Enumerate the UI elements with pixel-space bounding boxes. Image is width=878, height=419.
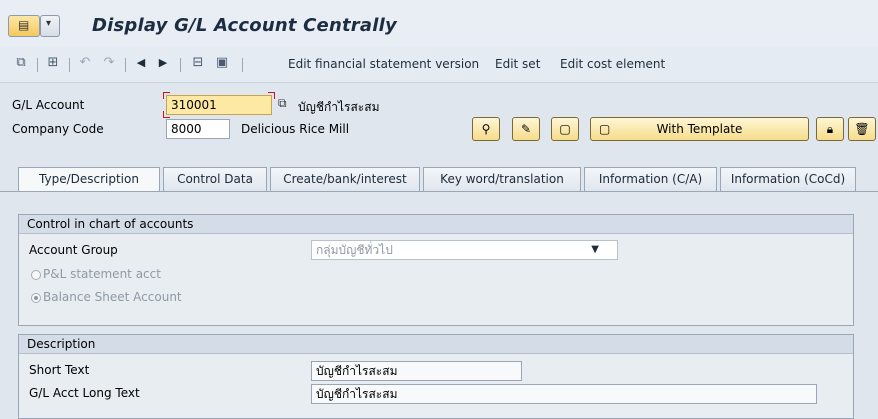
tab-type-description[interactable]: Type/Description: [18, 167, 160, 191]
create-icon: ▢: [599, 122, 611, 136]
hierarchy-icon[interactable]: ⊞: [45, 55, 61, 71]
gl-account-label: G/L Account: [12, 98, 85, 112]
toolbar-separator: [125, 58, 126, 72]
required-marker: [163, 92, 170, 99]
lock-icon: 🔒︎: [826, 122, 834, 136]
long-text-label: G/L Acct Long Text: [29, 386, 140, 400]
previous-icon[interactable]: ◀: [133, 55, 149, 71]
delete-button[interactable]: 🗑︎: [848, 117, 876, 141]
display-change-button[interactable]: ⚲: [472, 117, 500, 141]
more-menu-button[interactable]: ▾: [40, 15, 60, 37]
display-change-icon: ⚲: [481, 122, 491, 136]
create-icon: ▢: [559, 122, 571, 136]
where-used-icon[interactable]: ⊟: [190, 55, 206, 71]
control-in-chart-group: Control in chart of accounts Account Gro…: [18, 214, 854, 326]
balance-sheet-radio[interactable]: [31, 293, 41, 303]
tab-key-word-translation[interactable]: Key word/translation: [423, 167, 581, 191]
toolbar-separator: [242, 58, 243, 72]
pl-statement-radio[interactable]: [31, 270, 41, 280]
balance-sheet-label: Balance Sheet Account: [43, 290, 182, 304]
toolbar-separator: [37, 58, 38, 72]
account-group-value: กลุ่มบัญชีทั่วไป: [316, 243, 393, 257]
edit-financial-statement-version-link[interactable]: Edit financial statement version: [288, 57, 479, 71]
application-toolbar: ⧉ ⊞ ↶ ↷ ◀ ▶ ⊟ ▣ Edit financial statement…: [0, 46, 878, 83]
short-text-field[interactable]: บัญชีกำไรสะสม: [311, 361, 522, 381]
page-title: Display G/L Account Centrally: [92, 15, 397, 36]
forward-icon[interactable]: ↷: [101, 55, 117, 71]
group-header: Control in chart of accounts: [19, 215, 853, 234]
tab-control-data[interactable]: Control Data: [163, 167, 267, 191]
lock-button[interactable]: 🔒︎: [816, 117, 844, 141]
sap-menu-button[interactable]: ▤: [8, 15, 40, 37]
account-group-select[interactable]: กลุ่มบัญชีทั่วไป ▼: [311, 240, 618, 260]
with-template-label: With Template: [656, 122, 743, 136]
gl-account-field[interactable]: 310001: [166, 95, 272, 115]
tab-create-bank-interest[interactable]: Create/bank/interest: [270, 167, 420, 191]
group-title: Description: [27, 337, 96, 351]
tab-strip: Type/Description Control Data Create/ban…: [0, 167, 878, 191]
other-account-icon[interactable]: ⧉: [278, 96, 287, 111]
group-title: Control in chart of accounts: [27, 217, 194, 231]
edit-icon: ✎: [520, 122, 532, 136]
company-code-label: Company Code: [12, 122, 104, 136]
tab-information-ca[interactable]: Information (C/A): [584, 167, 717, 191]
company-code-field[interactable]: 8000: [166, 119, 230, 139]
description-group: Description Short Text บัญชีกำไรสะสม G/L…: [18, 334, 854, 419]
menu-icon: ▤: [18, 18, 30, 32]
other-account-icon[interactable]: ⧉: [13, 55, 29, 71]
group-header: Description: [19, 335, 853, 354]
edit-button[interactable]: ✎: [512, 117, 540, 141]
pl-statement-label: P&L statement acct: [43, 267, 161, 281]
toolbar-separator: [180, 58, 181, 72]
company-name: Delicious Rice Mill: [241, 122, 350, 136]
required-marker: [163, 111, 170, 118]
create-button[interactable]: ▢: [551, 117, 579, 141]
account-group-label: Account Group: [29, 243, 118, 257]
toolbar-separator: [69, 58, 70, 72]
tab-divider: [0, 191, 878, 192]
tab-information-cocd[interactable]: Information (CoCd): [720, 167, 856, 191]
edit-set-link[interactable]: Edit set: [495, 57, 540, 71]
back-icon[interactable]: ↶: [77, 55, 93, 71]
next-icon[interactable]: ▶: [155, 55, 171, 71]
chevron-down-icon[interactable]: ▼: [591, 241, 599, 259]
gl-account-description: บัญชีกำไรสะสม: [298, 100, 380, 114]
required-marker: [268, 92, 275, 99]
title-bar: ▤ ▾ Display G/L Account Centrally: [0, 0, 878, 46]
edit-cost-element-link[interactable]: Edit cost element: [560, 57, 665, 71]
create-with-template-button[interactable]: ▢ With Template: [590, 117, 809, 141]
dropdown-icon: ▾: [46, 18, 52, 29]
short-text-label: Short Text: [29, 363, 90, 377]
document-icon[interactable]: ▣: [214, 55, 230, 71]
delete-icon: 🗑︎: [854, 122, 870, 136]
long-text-field[interactable]: บัญชีกำไรสะสม: [311, 384, 817, 404]
